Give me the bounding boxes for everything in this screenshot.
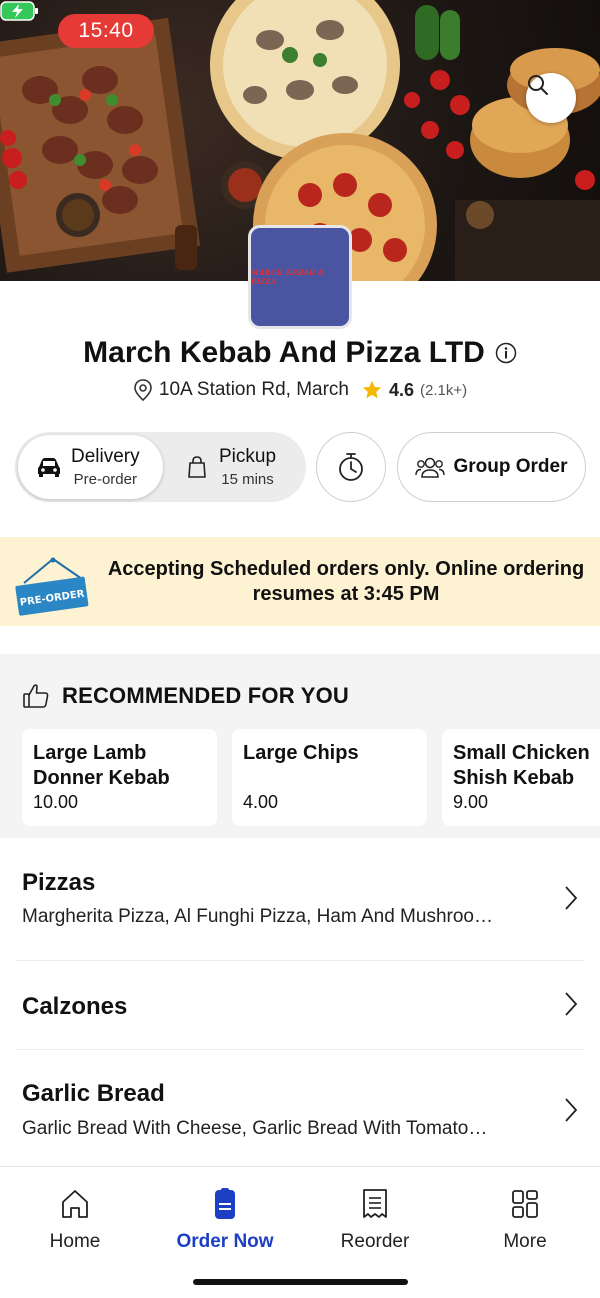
recommended-title: RECOMMENDED FOR YOU [62, 683, 349, 708]
nav-home[interactable]: Home [0, 1187, 150, 1253]
search-icon [528, 75, 548, 95]
battery-charging-icon [0, 1, 38, 21]
nav-more[interactable]: More [450, 1187, 600, 1253]
pickup-mode-button[interactable]: Pickup 15 mins [175, 435, 303, 499]
category-title: Garlic Bread [22, 1080, 165, 1107]
chevron-right-icon [565, 1098, 578, 1122]
recommended-item-name: Large Chips [243, 742, 359, 764]
category-subtitle: Garlic Bread With Cheese, Garlic Bread W… [22, 1118, 488, 1139]
store-name: March Kebab And Pizza LTD [83, 336, 485, 369]
search-button[interactable] [526, 73, 576, 123]
chevron-right-icon [565, 992, 578, 1016]
order-icon [215, 1188, 235, 1219]
group-order-button[interactable]: Group Order [397, 432, 586, 502]
preorder-banner: PRE-ORDER Accepting Scheduled orders onl… [0, 537, 600, 626]
recommended-item-price: 9.00 [453, 792, 489, 812]
delivery-label: Delivery [71, 446, 140, 467]
grid-icon [512, 1190, 538, 1218]
nav-reorder-label: Reorder [340, 1231, 410, 1252]
store-rating-count: (2.1k+) [420, 381, 468, 399]
shopping-bag-icon [188, 456, 206, 478]
delivery-mode-button[interactable]: Delivery Pre-order [18, 435, 163, 499]
star-icon [362, 380, 382, 399]
store-header: March Kebab And Pizza LTD [0, 336, 600, 370]
category-subtitle: Margherita Pizza, Al Funghi Pizza, Ham A… [22, 906, 493, 927]
nav-home-label: Home [49, 1231, 101, 1252]
recommended-item-price: 10.00 [33, 792, 79, 812]
recommended-header: RECOMMENDED FOR YOU [22, 682, 349, 710]
category-title: Calzones [22, 993, 128, 1020]
recommended-section: RECOMMENDED FOR YOU Large Lamb Donner Ke… [0, 654, 600, 838]
store-logo-text: MARCH KEBAB & PIZZA [251, 268, 325, 286]
recommended-item-price: 4.00 [243, 792, 279, 812]
chevron-right-icon [565, 886, 578, 910]
thumbs-up-icon [23, 684, 49, 708]
category-row-calzones[interactable]: Calzones [0, 961, 600, 1049]
recommended-item[interactable]: Large Lamb Donner Kebab 10.00 [22, 729, 217, 826]
category-row-garlic-bread[interactable]: Garlic Bread Garlic Bread With Cheese, G… [0, 1050, 600, 1166]
recommended-item-name: Large Lamb Donner Kebab [33, 742, 170, 789]
store-logo: MARCH KEBAB & PIZZA [248, 225, 352, 329]
recommended-item-name: Small Chicken Shish Kebab [453, 742, 590, 789]
nav-reorder[interactable]: Reorder [300, 1187, 450, 1253]
nav-order-now-label: Order Now [176, 1231, 274, 1252]
preorder-message: Accepting Scheduled orders only. Online … [107, 558, 585, 605]
car-icon [38, 458, 60, 477]
pickup-label: Pickup [219, 446, 277, 467]
pickup-sub: 15 mins [221, 471, 274, 488]
status-time: 15:40 [58, 14, 154, 48]
recommended-item[interactable]: Small Chicken Shish Kebab 9.00 [442, 729, 600, 826]
category-row-pizzas[interactable]: Pizzas Margherita Pizza, Al Funghi Pizza… [0, 838, 600, 960]
home-icon [62, 1190, 88, 1218]
group-order-label: Group Order [453, 456, 568, 477]
home-indicator [193, 1279, 408, 1285]
stopwatch-icon [339, 453, 363, 481]
store-address-row: 10A Station Rd, March 4.6 (2.1k+) [0, 378, 600, 402]
nav-more-label: More [503, 1231, 547, 1252]
delivery-sub: Pre-order [73, 471, 137, 488]
order-mode-toggle: Delivery Pre-order Pickup 15 mins [15, 432, 306, 502]
store-address: 10A Station Rd, March [158, 379, 349, 400]
nav-order-now[interactable]: Order Now [150, 1187, 300, 1253]
group-people-icon [415, 457, 446, 478]
info-icon[interactable] [495, 342, 517, 364]
store-rating: 4.6 [388, 379, 415, 400]
recommended-item[interactable]: Large Chips 4.00 [232, 729, 427, 826]
receipt-icon [363, 1189, 387, 1218]
schedule-button[interactable] [316, 432, 386, 502]
location-pin-icon [134, 379, 152, 402]
category-title: Pizzas [22, 869, 96, 896]
preorder-sign-icon: PRE-ORDER [15, 557, 89, 616]
